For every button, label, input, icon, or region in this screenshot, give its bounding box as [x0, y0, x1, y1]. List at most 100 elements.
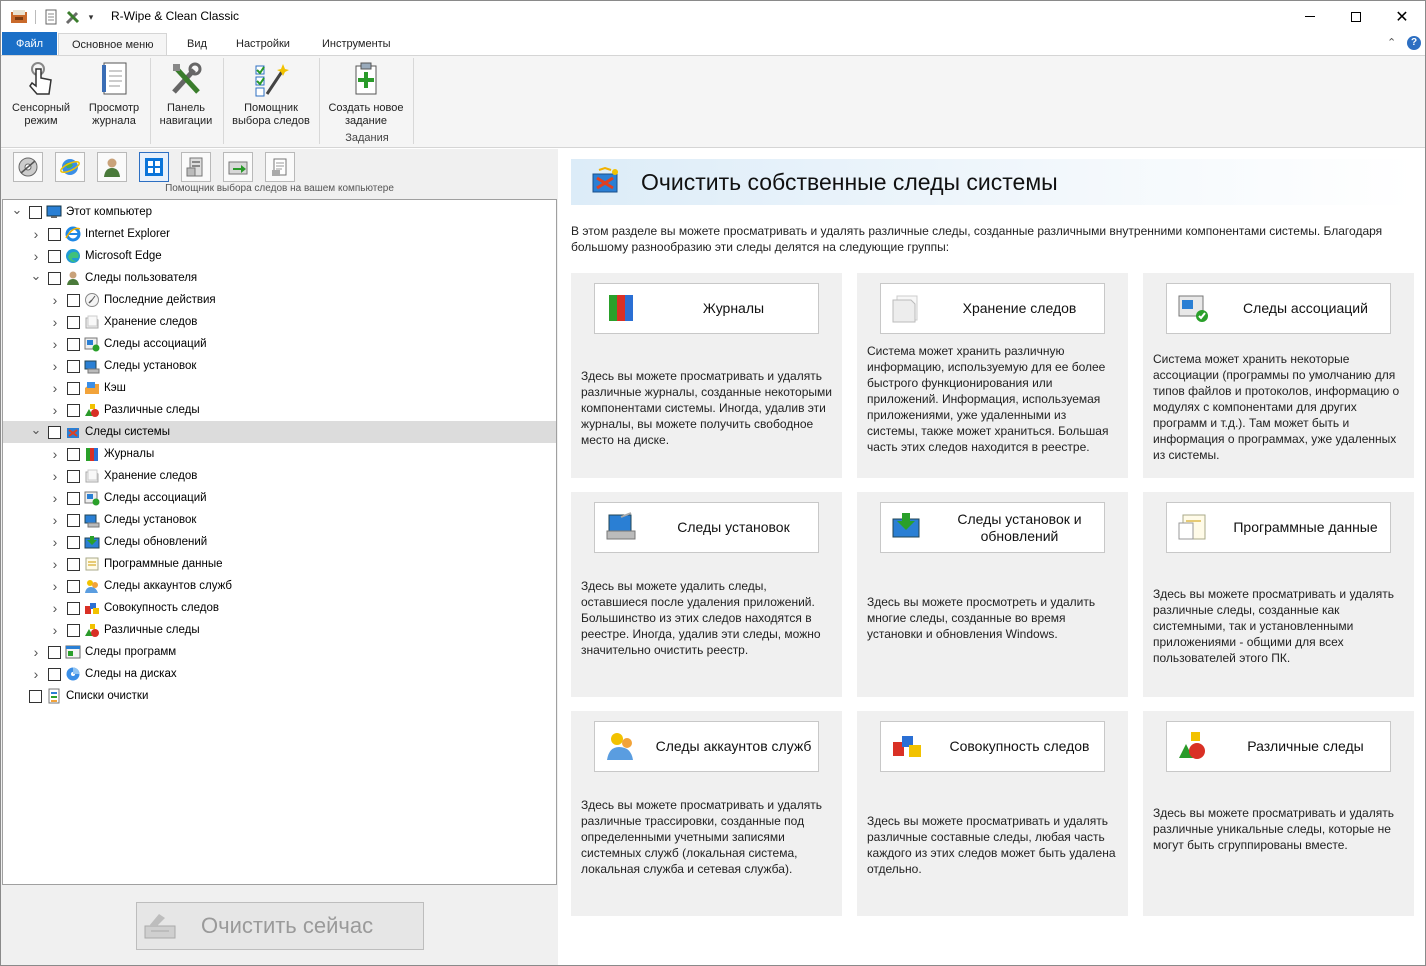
category-button[interactable]: Совокупность следов [880, 721, 1105, 772]
chevron-right-icon[interactable]: › [30, 226, 42, 242]
tree-node[interactable]: Списки очистки [3, 685, 556, 707]
customize-quick-access-icon[interactable]: ▾ [85, 7, 97, 27]
help-icon[interactable]: ? [1407, 36, 1421, 50]
traces-wizard-button[interactable]: Помощник выбора следов [227, 60, 315, 128]
tree-node-checkbox[interactable] [67, 535, 80, 549]
chevron-right-icon[interactable]: › [49, 358, 61, 374]
tree-node-checkbox[interactable] [29, 689, 42, 703]
tree-node-checkbox[interactable] [67, 623, 80, 637]
chevron-right-icon[interactable]: › [49, 534, 61, 550]
tree-node-checkbox[interactable] [48, 249, 61, 263]
tree-node-checkbox[interactable] [48, 227, 61, 241]
tab-tools[interactable]: Инструменты [309, 33, 404, 56]
close-button[interactable]: ✕ [1379, 1, 1425, 32]
category-button[interactable]: Различные следы [1166, 721, 1391, 772]
maximize-button[interactable] [1333, 1, 1379, 32]
chevron-right-icon[interactable]: › [30, 644, 42, 660]
clean-now-button[interactable]: Очистить сейчас [136, 902, 424, 950]
disk-toolbar-button[interactable] [13, 152, 43, 182]
chevron-right-icon[interactable]: › [49, 512, 61, 528]
tree-node[interactable]: › Хранение следов [3, 311, 556, 333]
tab-file[interactable]: Файл [2, 32, 58, 56]
tree-node-checkbox[interactable] [67, 601, 80, 615]
minimize-button[interactable] [1287, 1, 1333, 32]
category-button[interactable]: Следы ассоциаций [1166, 283, 1391, 334]
chevron-right-icon[interactable]: › [49, 292, 61, 308]
tree-node[interactable]: › Различные следы [3, 399, 556, 421]
lists-toolbar-button[interactable] [265, 152, 295, 182]
tree-node-checkbox[interactable] [67, 293, 80, 307]
tree-node-checkbox[interactable] [48, 271, 61, 285]
category-button[interactable]: Следы установок [594, 502, 819, 553]
tree-node[interactable]: › Следы ассоциаций [3, 333, 556, 355]
tree-node[interactable]: › Совокупность следов [3, 597, 556, 619]
tree-node-checkbox[interactable] [67, 513, 80, 527]
touch-mode-button[interactable]: Сенсорный режим [5, 60, 77, 128]
chevron-right-icon[interactable]: › [30, 666, 42, 682]
tree-node[interactable]: › Последние действия [3, 289, 556, 311]
chevron-down-icon[interactable]: ⌄ [11, 202, 23, 217]
create-task-button[interactable]: Создать новое задание [323, 60, 409, 128]
tree-node[interactable]: › Следы программ [3, 641, 556, 663]
chevron-down-icon[interactable]: ⌄ [30, 422, 42, 437]
programs-toolbar-button[interactable] [181, 152, 211, 182]
tree-node-checkbox[interactable] [48, 425, 61, 439]
chevron-right-icon[interactable]: › [49, 490, 61, 506]
category-button[interactable]: Следы установок и обновлений [880, 502, 1105, 553]
category-button[interactable]: Следы аккаунтов служб [594, 721, 819, 772]
chevron-down-icon[interactable]: ⌄ [30, 268, 42, 283]
tree-node[interactable]: › Следы ассоциаций [3, 487, 556, 509]
app-logo-icon[interactable] [9, 7, 29, 27]
tree-node-checkbox[interactable] [67, 447, 80, 461]
tree-node-checkbox[interactable] [67, 491, 80, 505]
chevron-right-icon[interactable]: › [49, 556, 61, 572]
tree-node[interactable]: ⌄ Следы системы [3, 421, 556, 443]
tree-node[interactable]: › Microsoft Edge [3, 245, 556, 267]
tree-node[interactable]: › Internet Explorer [3, 223, 556, 245]
chevron-right-icon[interactable]: › [49, 600, 61, 616]
category-button[interactable]: Хранение следов [880, 283, 1105, 334]
tree-node-checkbox[interactable] [67, 557, 80, 571]
category-button[interactable]: Журналы [594, 283, 819, 334]
tree-node[interactable]: › Различные следы [3, 619, 556, 641]
tree-node[interactable]: › Хранение следов [3, 465, 556, 487]
chevron-right-icon[interactable]: › [49, 314, 61, 330]
tree-node-checkbox[interactable] [29, 205, 42, 219]
log-icon[interactable] [41, 7, 61, 27]
chevron-right-icon[interactable]: › [49, 380, 61, 396]
tree-node[interactable]: › Следы установок [3, 355, 556, 377]
chevron-right-icon[interactable]: › [49, 336, 61, 352]
tree-node[interactable]: › Следы на дисках [3, 663, 556, 685]
tree-node[interactable]: › Кэш [3, 377, 556, 399]
view-log-button[interactable]: Просмотр журнала [81, 60, 147, 128]
tree-node-checkbox[interactable] [67, 579, 80, 593]
tree-node-checkbox[interactable] [67, 359, 80, 373]
tree-node-checkbox[interactable] [48, 667, 61, 681]
navigation-panel-button[interactable]: Панель навигации [153, 60, 219, 128]
chevron-right-icon[interactable]: › [49, 578, 61, 594]
tree-node[interactable]: ⌄ Следы пользователя [3, 267, 556, 289]
user-toolbar-button[interactable] [97, 152, 127, 182]
category-button[interactable]: Программные данные [1166, 502, 1391, 553]
tree-node[interactable]: › Журналы [3, 443, 556, 465]
tree-node-checkbox[interactable] [67, 337, 80, 351]
tree-node[interactable]: › Следы аккаунтов служб [3, 575, 556, 597]
tab-main-menu[interactable]: Основное меню [58, 33, 168, 56]
tab-settings[interactable]: Настройки [223, 33, 303, 56]
tree-node-checkbox[interactable] [48, 645, 61, 659]
disks-toolbar-button[interactable] [223, 152, 253, 182]
tree-node-checkbox[interactable] [67, 315, 80, 329]
tree-node-checkbox[interactable] [67, 403, 80, 417]
internet-toolbar-button[interactable] [55, 152, 85, 182]
chevron-right-icon[interactable]: › [49, 622, 61, 638]
chevron-right-icon[interactable]: › [30, 248, 42, 264]
tree-node[interactable]: › Следы установок [3, 509, 556, 531]
collapse-ribbon-icon[interactable]: ⌃ [1387, 36, 1396, 49]
windows-toolbar-button[interactable] [139, 152, 169, 182]
tree-node-checkbox[interactable] [67, 469, 80, 483]
tree-node[interactable]: › Программные данные [3, 553, 556, 575]
tools-icon[interactable] [63, 7, 83, 27]
tree-node[interactable]: ⌄ Этот компьютер [3, 201, 556, 223]
tree-node-checkbox[interactable] [67, 381, 80, 395]
tree-node[interactable]: › Следы обновлений [3, 531, 556, 553]
